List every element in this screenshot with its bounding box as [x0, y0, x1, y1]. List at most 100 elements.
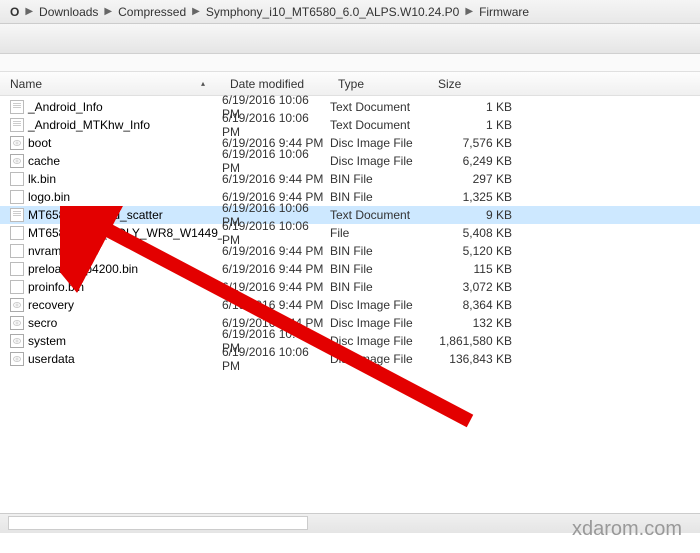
file-name-label: MT6580_Android_scatter	[28, 208, 163, 222]
file-type: Disc Image File	[330, 136, 430, 150]
file-row[interactable]: userdata6/19/2016 10:06 PMDisc Image Fil…	[0, 350, 700, 368]
file-row[interactable]: MT6580_S00_MOLY_WR8_W1449_MD_W...6/19/20…	[0, 224, 700, 242]
column-header-type[interactable]: Type	[330, 73, 430, 95]
file-icon	[10, 226, 24, 240]
chevron-right-icon: ▶	[21, 6, 37, 17]
sort-arrow-icon: ▴	[201, 79, 205, 88]
file-icon	[10, 280, 24, 294]
file-type: BIN File	[330, 244, 430, 258]
file-row[interactable]: boot6/19/2016 9:44 PMDisc Image File7,57…	[0, 134, 700, 152]
file-size: 6,249 KB	[430, 154, 520, 168]
file-size: 9 KB	[430, 208, 520, 222]
chevron-right-icon: ▶	[188, 6, 204, 17]
file-size: 132 KB	[430, 316, 520, 330]
file-icon	[10, 154, 24, 168]
file-size: 3,072 KB	[430, 280, 520, 294]
file-size: 1 KB	[430, 118, 520, 132]
file-name-label: recovery	[28, 298, 74, 312]
file-icon	[10, 352, 24, 366]
file-row[interactable]: nvram.bin 6/19/2016 9:44 PMBIN File5,120 …	[0, 242, 700, 260]
file-size: 1 KB	[430, 100, 520, 114]
file-list-area: Name ▴ Date modified Type Size _Android_…	[0, 72, 700, 370]
file-size: 8,364 KB	[430, 298, 520, 312]
file-row[interactable]: secro6/19/2016 9:44 PMDisc Image File132…	[0, 314, 700, 332]
file-date: 6/19/2016 9:44 PM	[222, 298, 330, 312]
file-name-label: _Android_Info	[28, 100, 103, 114]
file-name-label: _Android_MTKhw_Info	[28, 118, 150, 132]
file-icon	[10, 298, 24, 312]
file-icon	[10, 334, 24, 348]
file-row[interactable]: preloader_p4200.bin 6/19/2016 9:44 PMBIN …	[0, 260, 700, 278]
file-date: 6/19/2016 9:44 PM	[222, 244, 330, 258]
breadcrumb[interactable]: O ▶ Downloads ▶ Compressed ▶ Symphony_i1…	[0, 0, 700, 24]
file-type: BIN File	[330, 262, 430, 276]
file-date: 6/19/2016 9:44 PM	[222, 280, 330, 294]
watermark: xdarom.com	[572, 518, 682, 541]
file-type: Disc Image File	[330, 298, 430, 312]
file-icon	[10, 136, 24, 150]
file-type: Disc Image File	[330, 334, 430, 348]
column-headers: Name ▴ Date modified Type Size	[0, 72, 700, 96]
file-size: 5,408 KB	[430, 226, 520, 240]
column-header-size[interactable]: Size	[430, 73, 520, 95]
file-icon	[10, 172, 24, 186]
column-header-date[interactable]: Date modified	[222, 73, 330, 95]
file-row[interactable]: logo.bin6/19/2016 9:44 PMBIN File1,325 K…	[0, 188, 700, 206]
file-date: 6/19/2016 10:06 PM	[222, 147, 330, 175]
file-size: 1,861,580 KB	[430, 334, 520, 348]
file-date: 6/19/2016 9:44 PM	[222, 262, 330, 276]
file-type: Disc Image File	[330, 154, 430, 168]
file-name-label: lk.bin	[28, 172, 56, 186]
file-row[interactable]: recovery 6/19/2016 9:44 PMDisc Image File…	[0, 296, 700, 314]
file-date: 6/19/2016 10:06 PM	[222, 111, 330, 139]
file-type: BIN File	[330, 280, 430, 294]
file-type: Text Document	[330, 100, 430, 114]
breadcrumb-segment[interactable]: O	[8, 5, 21, 19]
file-size: 1,325 KB	[430, 190, 520, 204]
spacer	[0, 54, 700, 72]
file-date: 6/19/2016 9:44 PM	[222, 172, 330, 186]
file-type: File	[330, 226, 430, 240]
file-list: _Android_Info6/19/2016 10:06 PMText Docu…	[0, 96, 700, 370]
file-name-label: userdata	[28, 352, 75, 366]
file-date: 6/19/2016 10:06 PM	[222, 345, 330, 373]
file-name-label: MT6580_S00_MOLY_WR8_W1449_MD_W...	[28, 226, 222, 240]
file-name-label: proinfo.bin	[28, 280, 84, 294]
file-size: 7,576 KB	[430, 136, 520, 150]
toolbar	[0, 24, 700, 54]
file-icon	[10, 262, 24, 276]
breadcrumb-segment[interactable]: Symphony_i10_MT6580_6.0_ALPS.W10.24.P0	[204, 5, 462, 19]
file-icon	[10, 244, 24, 258]
file-size: 297 KB	[430, 172, 520, 186]
file-icon	[10, 190, 24, 204]
file-row[interactable]: _Android_MTKhw_Info6/19/2016 10:06 PMTex…	[0, 116, 700, 134]
column-header-name[interactable]: Name ▴	[0, 73, 222, 95]
file-name-label: preloader_p4200.bin	[28, 262, 138, 276]
file-icon	[10, 316, 24, 330]
file-row[interactable]: lk.bin 6/19/2016 9:44 PMBIN File297 KB	[0, 170, 700, 188]
file-name-label: cache	[28, 154, 60, 168]
file-row[interactable]: system6/19/2016 10:06 PMDisc Image File1…	[0, 332, 700, 350]
file-row[interactable]: MT6580_Android_scatter6/19/2016 10:06 PM…	[0, 206, 700, 224]
file-type: Disc Image File	[330, 316, 430, 330]
file-icon	[10, 208, 24, 222]
status-input[interactable]	[8, 516, 308, 530]
file-type: BIN File	[330, 172, 430, 186]
file-icon	[10, 100, 24, 114]
file-icon	[10, 118, 24, 132]
file-type: Disc Image File	[330, 352, 430, 366]
file-name-label: nvram.bin	[28, 244, 81, 258]
file-row[interactable]: proinfo.bin 6/19/2016 9:44 PMBIN File3,07…	[0, 278, 700, 296]
breadcrumb-segment[interactable]: Firmware	[477, 5, 531, 19]
file-type: Text Document	[330, 118, 430, 132]
file-type: BIN File	[330, 190, 430, 204]
file-size: 136,843 KB	[430, 352, 520, 366]
file-size: 5,120 KB	[430, 244, 520, 258]
file-name-label: system	[28, 334, 66, 348]
file-row[interactable]: cache6/19/2016 10:06 PMDisc Image File6,…	[0, 152, 700, 170]
breadcrumb-segment[interactable]: Compressed	[116, 5, 188, 19]
breadcrumb-segment[interactable]: Downloads	[37, 5, 100, 19]
file-row[interactable]: _Android_Info6/19/2016 10:06 PMText Docu…	[0, 98, 700, 116]
file-name-label: boot	[28, 136, 51, 150]
file-type: Text Document	[330, 208, 430, 222]
